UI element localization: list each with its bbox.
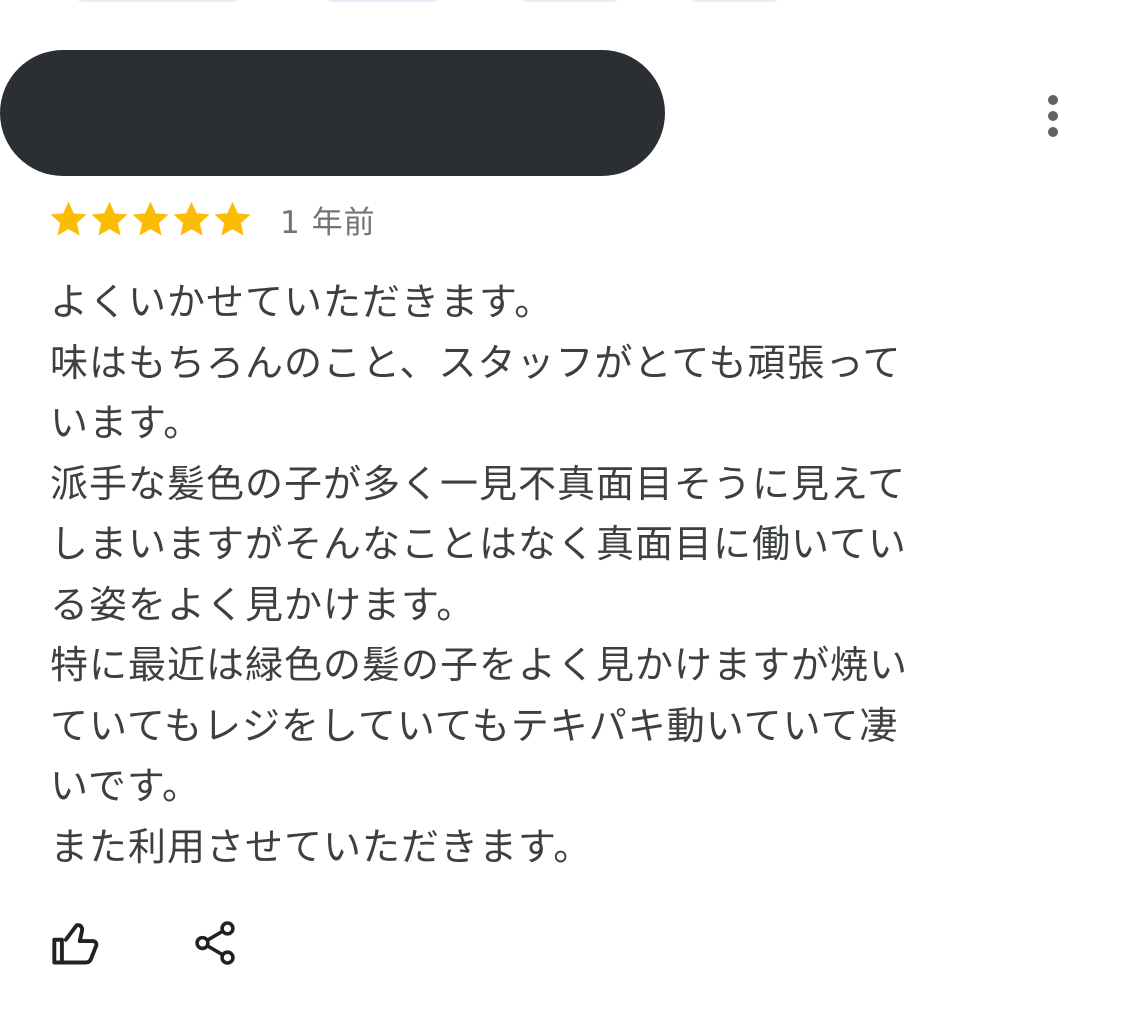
star-rating	[48, 199, 253, 240]
thumb-up-icon	[52, 922, 99, 964]
review-text-line: います。	[50, 401, 203, 445]
filter-chips-row	[0, 0, 1125, 2]
filter-chip[interactable]	[520, 0, 620, 2]
redacted-reviewer-info	[0, 50, 665, 176]
review-text-line: よくいかせていただきます。	[50, 280, 554, 324]
more-vert-icon-dot	[1048, 127, 1058, 137]
filter-chip[interactable]	[690, 0, 780, 2]
review-text: よくいかせていただきます。味はもちろんのこと、スタッフがとても頑張って います。派…	[50, 272, 990, 877]
filter-chip[interactable]	[75, 0, 240, 2]
star-icon	[173, 201, 210, 236]
review-text-line: また利用させていただきます。	[50, 824, 593, 869]
review-time: 1 年前	[280, 204, 376, 241]
review-text-line: いです。	[50, 764, 202, 808]
like-button[interactable]	[50, 917, 102, 969]
star-icon	[214, 201, 251, 236]
filter-chip-selected[interactable]	[325, 0, 440, 2]
star-icon	[50, 201, 87, 236]
share-icon	[195, 920, 235, 965]
rating-row: 1 年前	[48, 193, 376, 245]
review-text-line: 特に最近は緑色の髪の子をよく見かけますが焼い	[50, 643, 909, 687]
review-text-line: しまいますがそんなことはなく真面目に働いてい	[50, 522, 907, 566]
share-button[interactable]	[189, 917, 241, 969]
star-icon	[132, 201, 169, 236]
review-actions	[50, 915, 241, 970]
review-text-line: る姿をよく見かけます。	[50, 582, 476, 627]
star-icon	[91, 201, 128, 236]
more-vert-icon	[1048, 95, 1058, 105]
review-text-line: 味はもちろんのこと、スタッフがとても頑張って	[50, 340, 902, 385]
more-options-button[interactable]	[1030, 90, 1076, 142]
review-text-line: 派手な髪色の子が多く一見不真面目そうに見えて	[50, 461, 907, 506]
review-text-line: ていてもレジをしていてもテキパキ動いていて凄	[50, 703, 899, 748]
more-vert-icon-dot	[1048, 111, 1058, 121]
